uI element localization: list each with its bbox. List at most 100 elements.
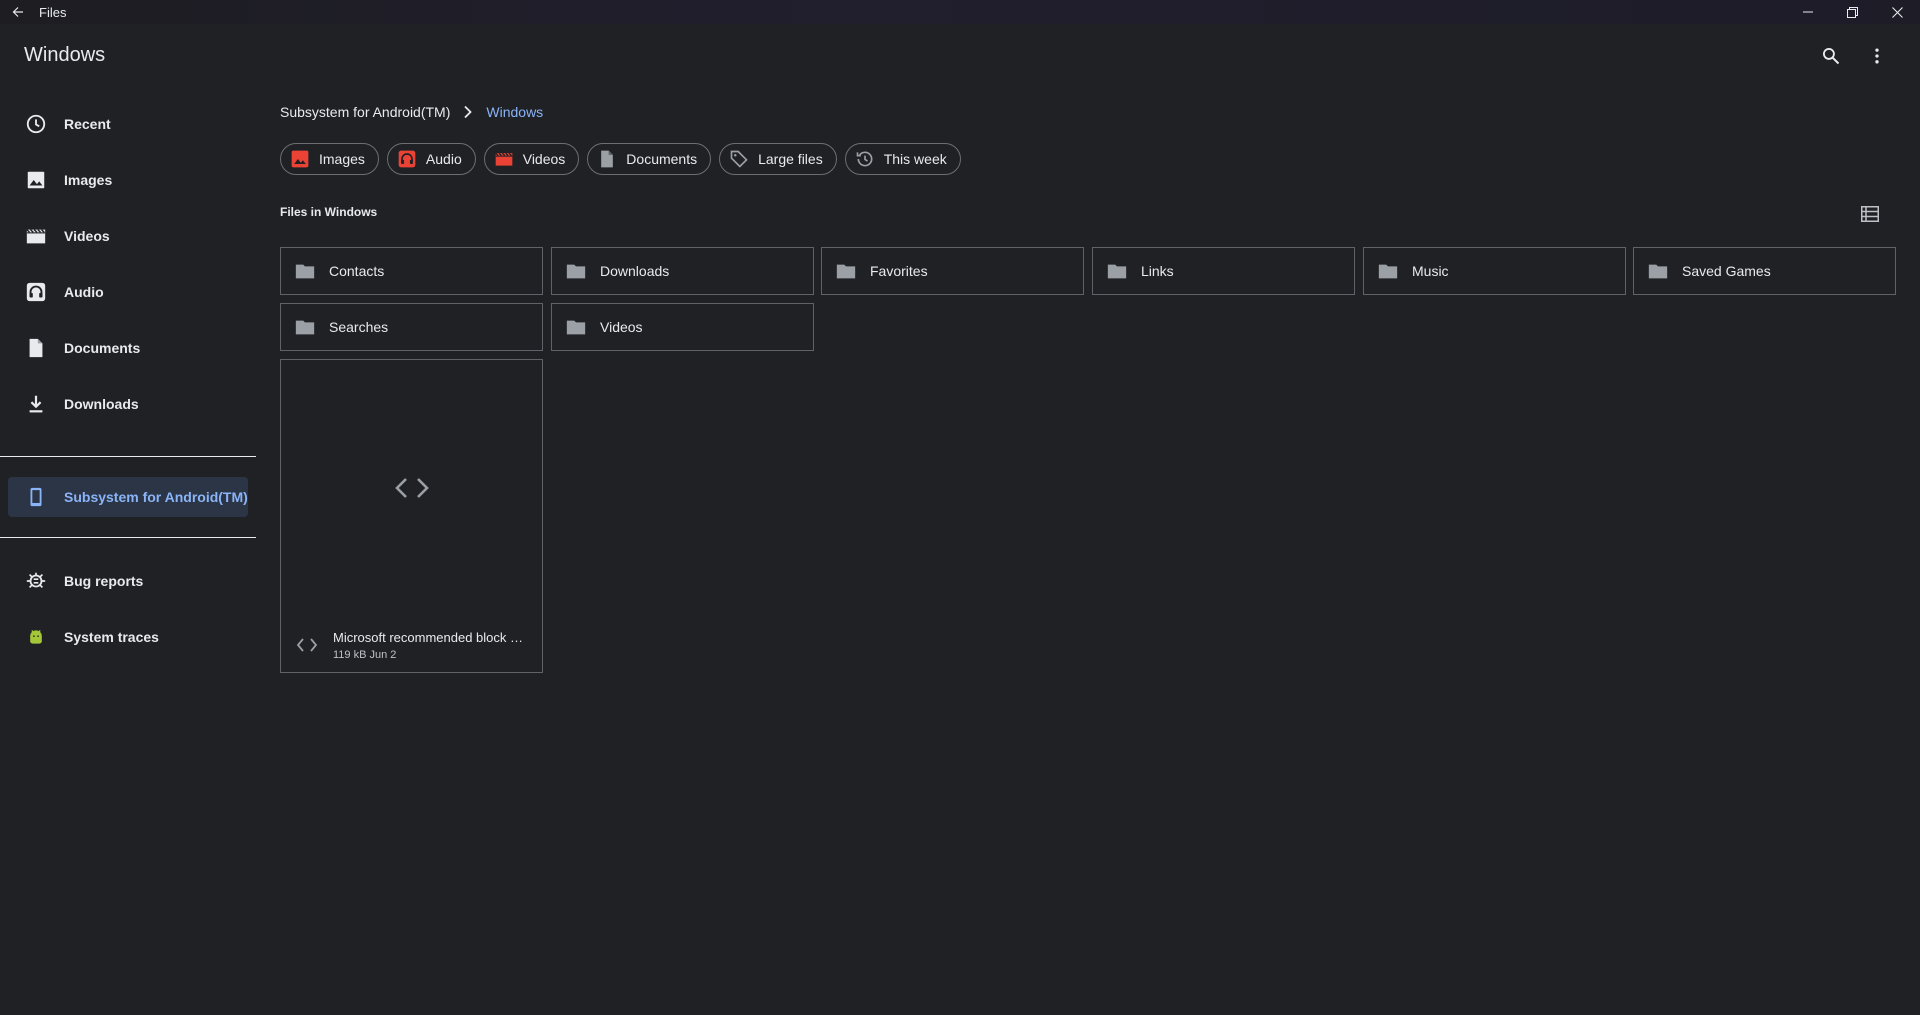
folder-music[interactable]: Music [1363, 247, 1626, 295]
folder-icon [1105, 259, 1129, 283]
close-icon [1892, 6, 1903, 18]
folder-name: Downloads [600, 263, 670, 279]
image-icon [289, 148, 311, 170]
filter-chips: Images Audio Videos Documents Large file… [280, 143, 961, 175]
sidebar-item-label: Videos [64, 228, 110, 244]
folder-icon [834, 259, 858, 283]
more-options-button[interactable] [1863, 42, 1891, 70]
sidebar-item-recent[interactable]: Recent [0, 96, 256, 152]
sidebar-item-label: Documents [64, 340, 141, 356]
search-icon [1823, 48, 1840, 65]
more-vert-icon [1875, 48, 1879, 64]
app-bar: Windows [0, 24, 1920, 88]
folder-icon [564, 259, 588, 283]
sidebar-item-system-traces[interactable]: System traces [0, 609, 256, 665]
file-thumbnail [281, 360, 542, 616]
code-icon [295, 633, 319, 657]
chip-documents[interactable]: Documents [587, 143, 712, 175]
file-meta: 119 kB Jun 2 [333, 648, 397, 661]
image-icon [24, 168, 48, 192]
sidebar: Recent Images Videos Audio Documents Dow… [0, 96, 256, 665]
chip-label: Documents [626, 151, 698, 167]
chip-label: Images [319, 151, 365, 167]
folder-contacts[interactable]: Contacts [280, 247, 543, 295]
file-name: Microsoft recommended block … [333, 629, 524, 645]
document-icon [24, 336, 48, 360]
folder-favorites[interactable]: Favorites [821, 247, 1084, 295]
chip-videos[interactable]: Videos [483, 143, 580, 175]
chip-label: This week [883, 151, 947, 167]
headphones-icon [396, 148, 418, 170]
chip-label: Audio [425, 151, 462, 167]
sidebar-item-label: Recent [64, 116, 111, 132]
sidebar-item-audio[interactable]: Audio [0, 264, 256, 320]
chip-images[interactable]: Images [280, 143, 379, 175]
document-icon [596, 148, 618, 170]
chevron-right-icon [462, 105, 474, 119]
folder-name: Contacts [329, 263, 385, 279]
minimize-button[interactable] [1785, 0, 1830, 24]
folder-name: Favorites [870, 263, 928, 279]
tag-icon [728, 148, 750, 170]
folder-icon [1376, 259, 1400, 283]
sidebar-item-downloads[interactable]: Downloads [0, 376, 256, 432]
folder-links[interactable]: Links [1092, 247, 1355, 295]
code-icon [394, 478, 429, 498]
phone-icon [24, 485, 48, 509]
folder-searches[interactable]: Searches [280, 303, 543, 351]
sidebar-item-label: Audio [64, 284, 104, 300]
title-bar: Files [0, 0, 1920, 24]
folder-icon [1646, 259, 1670, 283]
headphones-icon [24, 280, 48, 304]
restore-icon [1847, 6, 1858, 18]
folder-downloads[interactable]: Downloads [551, 247, 814, 295]
folder-name: Searches [329, 319, 389, 335]
sidebar-item-bug-reports[interactable]: Bug reports [0, 553, 256, 609]
window-controls [1785, 0, 1920, 24]
folder-icon [293, 259, 317, 283]
download-icon [24, 392, 48, 416]
app-title: Windows [24, 44, 106, 66]
android-icon [24, 625, 48, 649]
clock-icon [24, 112, 48, 136]
chip-label: Large files [758, 151, 823, 167]
close-button[interactable] [1875, 0, 1920, 24]
sidebar-item-label: Subsystem for Android(TM) [64, 489, 248, 505]
list-view-button[interactable] [1858, 202, 1882, 226]
folder-videos[interactable]: Videos [551, 303, 814, 351]
chip-label: Videos [522, 151, 566, 167]
sidebar-item-label: Bug reports [64, 573, 144, 589]
minimize-icon [1802, 11, 1813, 13]
folder-name: Saved Games [1682, 263, 1771, 279]
sidebar-item-images[interactable]: Images [0, 152, 256, 208]
back-button[interactable] [0, 0, 36, 24]
folder-icon [564, 315, 588, 339]
folder-name: Videos [600, 319, 643, 335]
restore-button[interactable] [1830, 0, 1875, 24]
chip-audio[interactable]: Audio [386, 143, 476, 175]
file-details: Microsoft recommended block … 119 kB Jun… [281, 616, 542, 674]
movie-icon [24, 224, 48, 248]
bug-icon [24, 569, 48, 593]
search-button[interactable] [1817, 42, 1845, 70]
sidebar-item-label: Images [64, 172, 113, 188]
folder-name: Links [1141, 263, 1174, 279]
section-label: Files in Windows [280, 205, 378, 219]
arrow-back-icon [12, 7, 23, 17]
sidebar-item-subsystem-android[interactable]: Subsystem for Android(TM) [8, 477, 248, 517]
folder-saved-games[interactable]: Saved Games [1633, 247, 1896, 295]
folder-icon [293, 315, 317, 339]
chip-this-week[interactable]: This week [844, 143, 961, 175]
sidebar-item-videos[interactable]: Videos [0, 208, 256, 264]
breadcrumb-current[interactable]: Windows [486, 104, 543, 120]
file-card[interactable]: Microsoft recommended block … 119 kB Jun… [280, 359, 543, 673]
sidebar-item-documents[interactable]: Documents [0, 320, 256, 376]
breadcrumb-root[interactable]: Subsystem for Android(TM) [280, 104, 450, 120]
movie-icon [493, 148, 515, 170]
list-view-icon [1861, 206, 1879, 222]
window-title: Files [39, 4, 67, 20]
folder-name: Music [1412, 263, 1449, 279]
sidebar-item-label: Downloads [64, 396, 139, 412]
chip-large-files[interactable]: Large files [719, 143, 837, 175]
sidebar-item-label: System traces [64, 629, 159, 645]
